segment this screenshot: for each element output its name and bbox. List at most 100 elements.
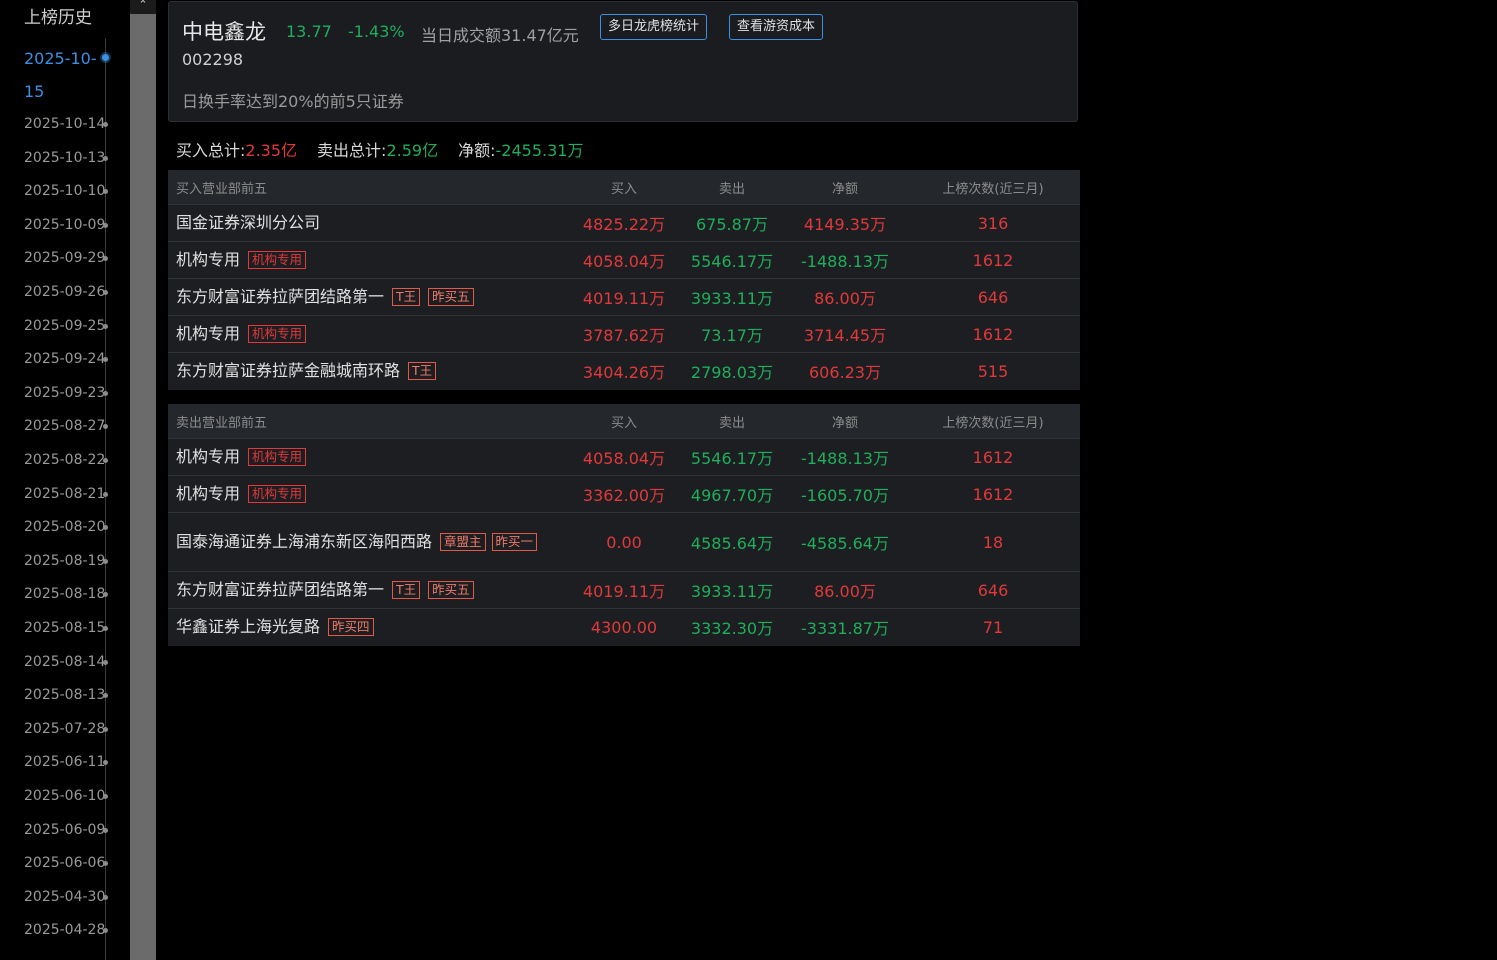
sell-amount-cell: 4967.70万: [680, 475, 784, 513]
branch-name[interactable]: 机构专用: [176, 250, 240, 269]
branch-name[interactable]: 国金证券深圳分公司: [176, 213, 320, 232]
table-row[interactable]: 机构专用 机构专用 4058.04万 5546.17万 -1488.13万 1612: [168, 241, 1080, 279]
branch-name[interactable]: 东方财富证券拉萨金融城南环路: [176, 361, 400, 380]
history-date-text: 2025-08-21: [24, 485, 106, 502]
table-row[interactable]: 机构专用 机构专用 4058.04万 5546.17万 -1488.13万 1612: [168, 438, 1080, 476]
timeline-dot-icon: [103, 256, 108, 262]
buy-amount-cell: 4058.04万: [568, 438, 680, 476]
timeline-dot-icon: [103, 424, 108, 430]
sell-amount-cell: 4585.64万: [680, 512, 784, 572]
branch-tag-badge: 章盟主: [440, 532, 486, 551]
timeline-dot-icon: [103, 726, 108, 732]
history-date-text: 2025-08-15: [24, 620, 106, 636]
history-date-item[interactable]: 2025-08-18: [24, 586, 105, 602]
history-date-item[interactable]: 2025-08-14: [24, 654, 105, 670]
history-date-item[interactable]: 2025-08-21: [24, 486, 105, 502]
stock-change-pct: -1.43%: [348, 22, 405, 41]
table-header-row: 卖出营业部前五 买入 卖出 净额 上榜次数(近三月): [168, 404, 1080, 439]
branch-name[interactable]: 机构专用: [176, 484, 240, 503]
net-amount-cell: -1488.13万: [784, 438, 906, 476]
branch-name[interactable]: 机构专用: [176, 324, 240, 343]
branch-name[interactable]: 国泰海通证券上海浦东新区海阳西路: [176, 532, 432, 551]
buy-top5-table: 买入营业部前五 买入 卖出 净额 上榜次数(近三月) 国金证券深圳分公司 4825…: [168, 170, 1080, 390]
history-date-text: 2025-10-13: [24, 149, 106, 166]
history-date-item[interactable]: 2025-09-24: [24, 351, 105, 367]
timeline-dot-icon: [103, 390, 108, 396]
history-date-item[interactable]: 2025-08-15: [24, 620, 105, 636]
sell-amount-cell: 675.87万: [680, 204, 784, 242]
history-date-text: 2025-07-28: [24, 720, 106, 737]
buy-amount-cell: 4300.00: [568, 608, 680, 646]
history-date-item[interactable]: 2025-10-10: [24, 183, 105, 199]
history-date-item[interactable]: 2025-09-26: [24, 284, 105, 300]
history-date-item[interactable]: 2025-10-14: [24, 116, 105, 132]
timeline-dot-icon: [103, 558, 108, 564]
history-date-item[interactable]: 2025-06-10: [24, 788, 105, 804]
hot-money-cost-button[interactable]: 查看游资成本: [729, 14, 824, 40]
history-date-item[interactable]: 2025-04-28: [24, 922, 105, 938]
branch-name[interactable]: 东方财富证券拉萨团结路第一: [176, 580, 384, 599]
history-date-item[interactable]: 2025-04-30: [24, 889, 105, 905]
history-date-item[interactable]: 2025-09-23: [24, 385, 105, 401]
history-date-text: 2025-06-09: [24, 821, 106, 838]
sell-total-label: 卖出总计:: [317, 141, 387, 160]
history-date-item[interactable]: 2025-06-11: [24, 754, 105, 770]
history-date-item[interactable]: 2025-07-28: [24, 721, 105, 737]
history-date-item[interactable]: 2025-08-19: [24, 553, 105, 569]
branch-tag-badge: 昨买四: [328, 617, 374, 636]
table-row[interactable]: 国金证券深圳分公司 4825.22万 675.87万 4149.35万 316: [168, 204, 1080, 242]
sell-amount-cell: 3933.11万: [680, 571, 784, 609]
buy-total-label: 买入总计:: [176, 141, 246, 160]
listing-count-cell: 515: [906, 352, 1080, 390]
listing-count-cell: 1612: [906, 241, 1080, 279]
history-date-item[interactable]: 2025-08-13: [24, 687, 105, 703]
history-date-item[interactable]: 2025-08-22: [24, 452, 105, 468]
scroll-thumb[interactable]: [130, 14, 156, 960]
scroll-up-icon[interactable]: ⌃: [130, 0, 156, 14]
history-date-item[interactable]: 2025-06-09: [24, 822, 105, 838]
history-date-text: 2025-04-30: [24, 888, 106, 905]
timeline-dot-icon: [103, 323, 108, 329]
sell-table-body: 机构专用 机构专用 4058.04万 5546.17万 -1488.13万 1612 机构专…: [168, 438, 1080, 646]
net-amount-cell: -1605.70万: [784, 475, 906, 513]
history-date-text: 2025-06-10: [24, 788, 106, 804]
history-date-text: 2025-04-28: [24, 922, 106, 939]
col-header-net: 净额: [784, 170, 906, 205]
table-row[interactable]: 机构专用 机构专用 3787.62万 73.17万 3714.45万 1612: [168, 315, 1080, 353]
scrollbar[interactable]: ⌃: [130, 0, 156, 960]
history-date-item[interactable]: 2025-10-09: [24, 217, 105, 233]
stock-price: 13.77: [286, 22, 332, 41]
history-date-text: 2025-09-26: [24, 284, 106, 300]
branch-name[interactable]: 机构专用: [176, 447, 240, 466]
branch-cell: 机构专用 机构专用: [168, 315, 568, 353]
table-row[interactable]: 机构专用 机构专用 3362.00万 4967.70万 -1605.70万 1612: [168, 475, 1080, 513]
history-date-item[interactable]: 2025-08-20: [24, 519, 105, 535]
table-row[interactable]: 东方财富证券拉萨团结路第一 T王 昨买五 4019.11万 3933.11万 86.00万…: [168, 278, 1080, 316]
branch-name[interactable]: 华鑫证券上海光复路: [176, 617, 320, 636]
history-date-item[interactable]: 2025-09-29: [24, 250, 105, 266]
table-row[interactable]: 国泰海通证券上海浦东新区海阳西路 章盟主 昨买一 0.00 4585.64万 -4585.…: [168, 512, 1080, 572]
multi-day-stats-button[interactable]: 多日龙虎榜统计: [600, 14, 708, 40]
col-header-count: 上榜次数(近三月): [906, 170, 1080, 205]
history-date-item[interactable]: 2025-10- 15: [24, 42, 97, 108]
branch-tag-badge: T王: [392, 580, 421, 599]
history-date-item[interactable]: 2025-06-06: [24, 855, 105, 871]
table-row[interactable]: 东方财富证券拉萨金融城南环路 T王 3404.26万 2798.03万 606.23万 5…: [168, 352, 1080, 390]
history-date-text: 2025-09-23: [24, 384, 106, 401]
branch-cell: 机构专用 机构专用: [168, 475, 568, 513]
history-date-text: 2025-08-22: [24, 452, 106, 468]
branch-cell: 东方财富证券拉萨团结路第一 T王 昨买五: [168, 278, 568, 316]
branch-tag-badge: 机构专用: [248, 250, 307, 269]
timeline-dot-icon: [103, 861, 108, 867]
history-date-item[interactable]: 2025-08-27: [24, 418, 105, 434]
table-row[interactable]: 东方财富证券拉萨团结路第一 T王 昨买五 4019.11万 3933.11万 86.00万…: [168, 571, 1080, 609]
listing-count-cell: 71: [906, 608, 1080, 646]
table-row[interactable]: 华鑫证券上海光复路 昨买四 4300.00 3332.30万 -3331.87万 71: [168, 608, 1080, 646]
history-date-item[interactable]: 2025-10-13: [24, 150, 105, 166]
sell-amount-cell: 73.17万: [680, 315, 784, 353]
history-date-item[interactable]: 2025-09-25: [24, 318, 105, 334]
net-amount-cell: 86.00万: [784, 278, 906, 316]
branch-name[interactable]: 东方财富证券拉萨团结路第一: [176, 287, 384, 306]
col-header-count: 上榜次数(近三月): [906, 404, 1080, 439]
buy-amount-cell: 0.00: [568, 512, 680, 572]
